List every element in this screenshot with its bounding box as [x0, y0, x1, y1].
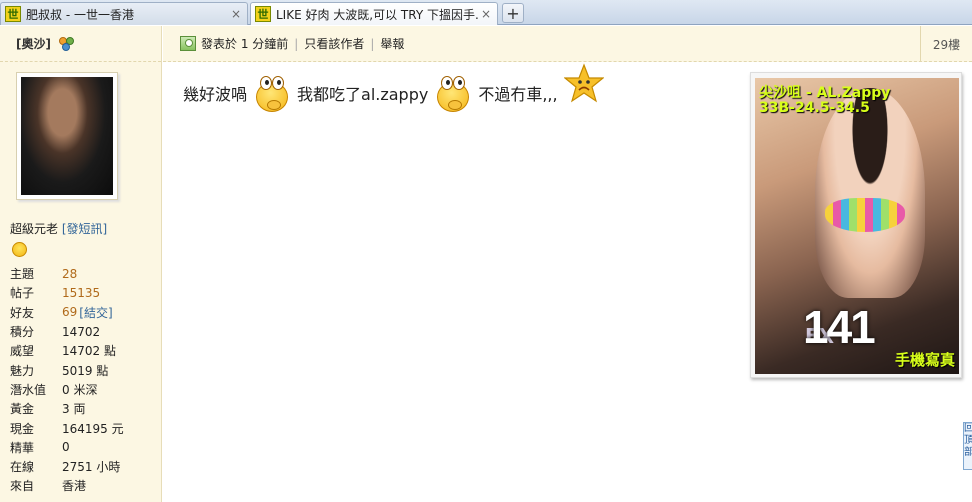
- ad-logo: 141: [803, 301, 876, 353]
- avatar-frame: [16, 72, 118, 200]
- author-profile-column: [奧沙] 超級元老 [發短訊] 主題 28 帖子 15135 好友 69 [結交] 積分…: [0, 26, 162, 502]
- add-friend-link[interactable]: [結交]: [79, 304, 112, 321]
- thinking-emoji-icon: [434, 74, 472, 112]
- stat-row: 在線 2751 小時: [10, 460, 121, 475]
- stat-row: 來自 香港: [10, 479, 87, 494]
- ad-title: 尖沙咀 - AL.Zappy: [759, 85, 891, 101]
- divider: |: [294, 36, 299, 51]
- ad-footer: 手機寫真: [894, 351, 955, 369]
- online-status-icon: [180, 36, 196, 51]
- avatar[interactable]: [21, 77, 113, 195]
- ad-measurements: 33B-24.5-34.5: [759, 100, 870, 116]
- post-content: 幾好波喎 我都吃了al.zappy 不過冇車,,,: [183, 63, 605, 112]
- post-header-bar: 發表於 1 分鐘前 | 只看該作者 | 舉報 29樓: [163, 26, 972, 62]
- post-text-3: 不過冇車,,,: [478, 85, 558, 104]
- smiley-icon: [12, 242, 27, 257]
- send-message-link[interactable]: [發短訊]: [62, 222, 107, 236]
- stat-row: 潛水值 0 米深: [10, 382, 98, 397]
- stat-row: 好友 69 [結交]: [10, 304, 113, 321]
- post-time: 發表於 1 分鐘前: [201, 37, 289, 51]
- post-text-1: 幾好波喎: [183, 85, 248, 104]
- sad-star-emoji-icon: [562, 63, 605, 103]
- author-header: [奧沙]: [0, 26, 161, 62]
- user-rank: 超級元老 [發短訊]: [10, 220, 107, 237]
- topics-count-link[interactable]: 28: [62, 267, 77, 281]
- tab-2-title: LIKE 好肉 大波既,可以 TRY 下搵因手...: [276, 7, 479, 22]
- stat-row: 主題 28: [10, 266, 78, 282]
- friends-group-icon: [58, 36, 75, 51]
- back-to-top-tab[interactable]: 回頂部: [963, 422, 972, 470]
- close-tab-2-icon[interactable]: ×: [479, 7, 493, 21]
- stat-row: 積分 14702: [10, 324, 101, 340]
- ad-image[interactable]: 尖沙咀 - AL.Zappy 33B-24.5-34.5 EX 141 手機寫真: [755, 78, 959, 374]
- tab-2-active[interactable]: 世 LIKE 好肉 大波既,可以 TRY 下搵因手... ×: [250, 2, 498, 25]
- stat-row: 威望 14702 點: [10, 344, 116, 359]
- stat-row: 精華 0: [10, 440, 70, 455]
- site-favicon-icon: 世: [5, 6, 21, 22]
- thinking-emoji-icon: [253, 74, 291, 112]
- advertisement[interactable]: 尖沙咀 - AL.Zappy 33B-24.5-34.5 EX 141 手機寫真: [750, 72, 962, 378]
- user-stats: 主題 28 帖子 15135 好友 69 [結交] 積分 14702 威望 14702 點 …: [10, 264, 160, 496]
- report-link[interactable]: 舉報: [380, 35, 404, 52]
- post-text-2: 我都吃了al.zappy: [297, 85, 429, 104]
- stat-row: 現金 164195 元: [10, 421, 124, 436]
- tab-1-title: 肥叔叔 - 一世一香港: [26, 7, 134, 22]
- posts-count-link[interactable]: 15135: [62, 286, 100, 300]
- friends-count-link[interactable]: 69: [62, 305, 77, 319]
- stat-row: 帖子 15135: [10, 285, 101, 301]
- site-favicon-icon: 世: [255, 6, 271, 22]
- tab-1[interactable]: 世 肥叔叔 - 一世一香港 ×: [0, 2, 248, 25]
- browser-tab-bar: 世 肥叔叔 - 一世一香港 × 世 LIKE 好肉 大波既,可以 TRY 下搵因…: [0, 0, 972, 25]
- rank-label: 超級元老: [10, 222, 59, 236]
- only-author-link[interactable]: 只看該作者: [304, 35, 364, 52]
- new-tab-button[interactable]: +: [502, 3, 524, 23]
- floor-number[interactable]: 29樓: [920, 26, 972, 62]
- stat-row: 黃金 3 両: [10, 402, 86, 417]
- divider: |: [370, 36, 375, 51]
- author-name-link[interactable]: [奧沙]: [16, 35, 51, 52]
- stat-row: 魅力 5019 點: [10, 363, 109, 378]
- close-tab-1-icon[interactable]: ×: [229, 7, 243, 21]
